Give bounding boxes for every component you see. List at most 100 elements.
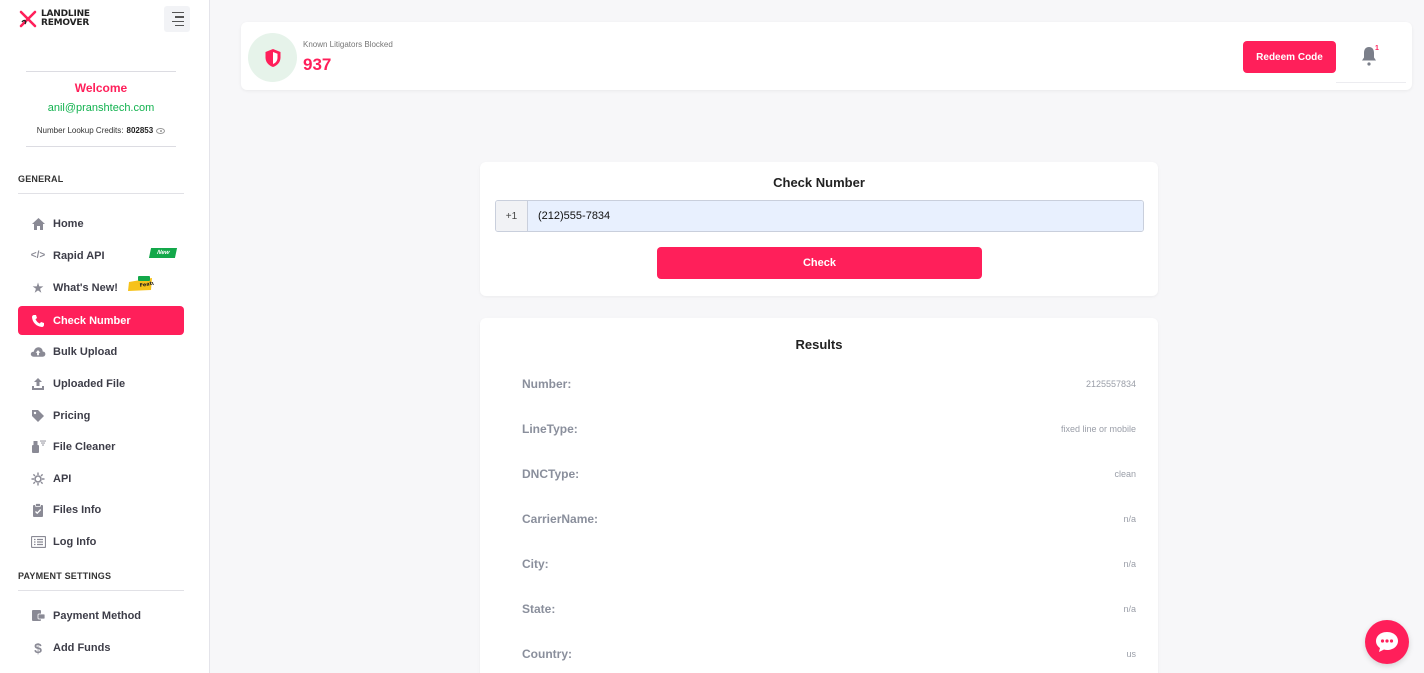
payment-icon: [30, 608, 46, 624]
result-label: LineType:: [522, 422, 578, 436]
sidebar-item-label: Files Info: [53, 503, 102, 516]
clipboard-icon: [30, 502, 46, 518]
result-row-number: Number: 2125557834: [522, 377, 1136, 391]
result-label: City:: [522, 557, 549, 571]
result-label: State:: [522, 602, 556, 616]
sidebar-item-label: Check Number: [53, 314, 131, 327]
result-label: CarrierName:: [522, 512, 599, 526]
logo-mark-icon: [19, 10, 37, 28]
new-feature-badge-icon: Feature: [128, 276, 154, 291]
result-row-country: Country: us: [522, 647, 1136, 661]
eye-icon[interactable]: [156, 127, 166, 134]
phone-icon: [30, 313, 46, 329]
result-value: us: [1126, 649, 1136, 659]
result-row-state: State: n/a: [522, 602, 1136, 616]
logo-line-2: REMOVER: [41, 18, 90, 28]
sidebar-item-label: File Cleaner: [53, 440, 116, 453]
credits-value: 802853: [126, 126, 154, 135]
sidebar-item-payment-method[interactable]: Payment Method: [18, 601, 184, 630]
phone-number-input[interactable]: [528, 201, 1143, 231]
sidebar-item-label: Pricing: [53, 409, 91, 422]
welcome-title: Welcome: [74, 81, 128, 95]
shield-icon: [265, 48, 280, 67]
credits-label: Number Lookup Credits:: [36, 126, 124, 135]
upload-icon: [30, 376, 46, 392]
menu-bar-icon: [175, 16, 184, 18]
result-label: Country:: [522, 647, 572, 661]
section-label-payment: PAYMENT SETTINGS: [18, 571, 112, 581]
result-row-linetype: LineType: fixed line or mobile: [522, 422, 1136, 436]
sidebar-item-check-number[interactable]: Check Number: [18, 306, 184, 335]
redeem-code-button[interactable]: Redeem Code: [1243, 41, 1336, 73]
top-header: Known Litigators Blocked 937 Redeem Code…: [241, 22, 1412, 90]
logo-text: LANDLINE REMOVER: [41, 10, 90, 28]
sidebar-item-label: Payment Method: [53, 609, 142, 622]
divider: [1336, 82, 1406, 83]
sidebar-item-label: API: [53, 472, 72, 485]
sidebar-item-label: What's New!: [53, 281, 118, 294]
sidebar-item-whats-new[interactable]: ★ What's New! Feature: [18, 273, 184, 302]
tag-icon: [30, 408, 46, 424]
shield-badge: [248, 33, 297, 82]
sidebar-item-bulk-upload[interactable]: Bulk Upload: [18, 337, 184, 366]
cloud-upload-icon: [30, 344, 46, 360]
divider: [18, 193, 184, 194]
home-icon: [30, 216, 46, 232]
sidebar-item-label: Add Funds: [53, 641, 111, 654]
sidebar-item-add-funds[interactable]: $ Add Funds: [18, 633, 184, 662]
sidebar-item-file-cleaner[interactable]: File Cleaner: [18, 432, 184, 461]
result-value: n/a: [1123, 604, 1136, 614]
new-badge: New: [148, 248, 178, 258]
litigators-blocked-count: 937: [303, 55, 332, 74]
result-label: Number:: [522, 377, 572, 391]
divider: [18, 590, 184, 591]
sidebar-item-rapid-api[interactable]: </> Rapid API New: [18, 241, 184, 270]
spray-icon: [30, 439, 46, 455]
logo[interactable]: LANDLINE REMOVER: [18, 9, 90, 29]
sidebar-item-label: Log Info: [53, 535, 97, 548]
result-label: DNCType:: [522, 467, 580, 481]
section-label-general: GENERAL: [18, 174, 64, 184]
result-value: fixed line or mobile: [1060, 424, 1136, 434]
result-value: n/a: [1123, 514, 1136, 524]
country-code-prefix: +1: [496, 201, 528, 231]
user-email: anil@pranshtech.com: [47, 102, 155, 114]
sidebar-item-files-info[interactable]: Files Info: [18, 495, 184, 524]
sidebar-item-label: Rapid API: [53, 249, 105, 262]
sidebar-item-label: Home: [53, 217, 84, 230]
credits-display: Number Lookup Credits: 802853: [0, 126, 202, 135]
sidebar-item-home[interactable]: Home: [18, 209, 184, 238]
results-title: Results: [795, 337, 843, 352]
results-card: Results Number: 2125557834 LineType: fix…: [480, 318, 1158, 673]
sidebar: LANDLINE REMOVER Welcome anil@pranshtech…: [0, 0, 210, 673]
divider: [26, 146, 176, 147]
sidebar-item-api[interactable]: API: [18, 464, 184, 493]
phone-input-group: +1: [495, 200, 1144, 232]
result-value: n/a: [1123, 559, 1136, 569]
menu-bar-icon: [172, 11, 184, 14]
chat-button[interactable]: [1365, 620, 1409, 664]
notification-count: 1: [1375, 45, 1379, 52]
star-icon: ★: [32, 280, 44, 295]
sidebar-item-label: Bulk Upload: [53, 345, 118, 358]
check-number-card: Check Number +1 Check: [480, 162, 1158, 296]
check-button[interactable]: Check: [657, 247, 982, 279]
result-value: clean: [1114, 469, 1136, 479]
sidebar-item-log-info[interactable]: Log Info: [18, 527, 184, 556]
result-row-city: City: n/a: [522, 557, 1136, 571]
list-icon: [30, 534, 46, 550]
result-row-carriername: CarrierName: n/a: [522, 512, 1136, 526]
code-icon: </>: [30, 250, 46, 261]
dollar-icon: $: [34, 639, 42, 656]
menu-toggle-button[interactable]: [164, 6, 190, 32]
check-number-title: Check Number: [773, 175, 865, 190]
menu-bar-icon: [175, 24, 184, 27]
sidebar-item-label: Uploaded File: [53, 377, 126, 390]
result-row-dnctype: DNCType: clean: [522, 467, 1136, 481]
sidebar-item-uploaded-file[interactable]: Uploaded File: [18, 369, 184, 398]
api-icon: [30, 471, 46, 487]
litigators-blocked-label: Known Litigators Blocked: [303, 40, 393, 49]
divider: [26, 71, 176, 72]
chat-bubble-icon: [1376, 632, 1398, 652]
sidebar-item-pricing[interactable]: Pricing: [18, 401, 184, 430]
